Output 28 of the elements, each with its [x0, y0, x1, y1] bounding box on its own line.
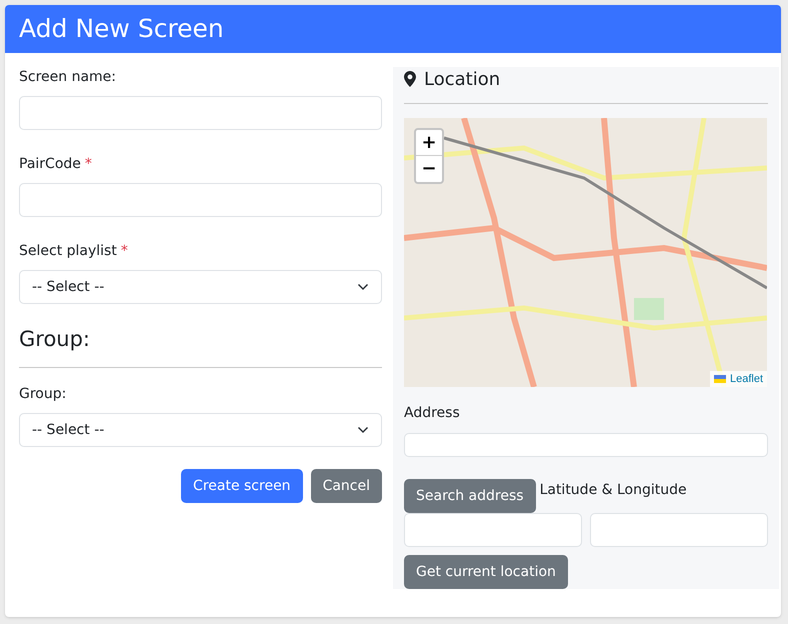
- required-mark: *: [120, 242, 128, 261]
- field-label: PairCode: [19, 155, 81, 174]
- locate-button[interactable]: Get current location: [404, 555, 568, 589]
- cancel-button[interactable]: Cancel: [310, 469, 382, 503]
- search-button[interactable]: Search address: [404, 479, 536, 513]
- input-field[interactable]: [19, 183, 382, 217]
- required-mark: *: [84, 155, 92, 174]
- chevron-down-icon: [357, 426, 369, 434]
- zoom-out-button[interactable]: −: [416, 156, 442, 182]
- field-label: Group:: [19, 385, 66, 404]
- select-field[interactable]: -- Select --: [19, 270, 382, 304]
- dialog-title: Add New Screen: [19, 13, 224, 46]
- input-field[interactable]: [19, 96, 382, 130]
- create-button[interactable]: Create screen: [181, 469, 303, 503]
- latitude-field[interactable]: [404, 513, 582, 547]
- coords-label: Latitude & Longitude: [540, 481, 687, 500]
- zoom-in-button[interactable]: +: [416, 130, 442, 156]
- longitude-field[interactable]: [590, 513, 768, 547]
- address-label: Address: [404, 404, 461, 423]
- address-field[interactable]: [404, 433, 768, 457]
- map-pin-icon: [404, 71, 416, 87]
- field-label: Screen name:: [19, 68, 116, 87]
- chevron-down-icon: [357, 283, 369, 291]
- field-label: Select playlist: [19, 242, 117, 261]
- location-heading: Location: [424, 68, 500, 92]
- flag-icon: [714, 375, 726, 383]
- section-heading: Group:: [19, 326, 92, 353]
- select-field[interactable]: -- Select --: [19, 413, 382, 447]
